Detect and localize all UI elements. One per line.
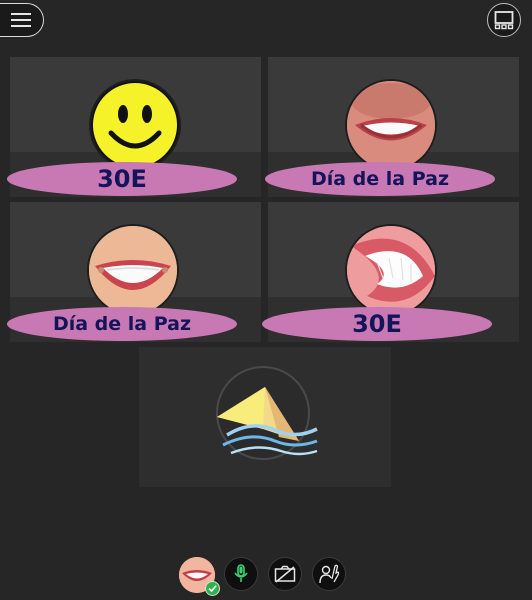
presenter-tile[interactable] <box>139 347 391 487</box>
participant-name: 30E <box>262 307 492 341</box>
participant-avatar <box>345 224 437 316</box>
camera-button[interactable] <box>268 557 302 591</box>
check-icon <box>208 585 217 593</box>
layout-button[interactable] <box>487 3 521 37</box>
participant-name: Día de la Paz <box>7 307 237 341</box>
participant-avatar <box>89 79 181 171</box>
raise-hand-button[interactable] <box>312 557 346 591</box>
hamburger-icon <box>10 13 31 27</box>
presenter-avatar <box>213 365 319 465</box>
microphone-icon <box>234 564 248 582</box>
participant-tile[interactable]: 30E <box>7 57 261 197</box>
participant-avatar <box>87 224 179 316</box>
participant-name: 30E <box>7 162 237 196</box>
participant-tile[interactable]: Día de la Paz <box>265 57 519 197</box>
participant-avatar <box>345 79 437 171</box>
participant-tile[interactable]: 30E <box>262 202 519 342</box>
status-badge <box>205 581 220 596</box>
mic-button[interactable] <box>224 557 258 591</box>
participant-name: Día de la Paz <box>265 162 495 196</box>
camera-off-icon <box>274 565 296 583</box>
menu-button[interactable] <box>0 3 44 37</box>
layout-icon <box>494 11 514 30</box>
raise-hand-icon <box>319 564 340 584</box>
participant-tile[interactable]: Día de la Paz <box>7 202 261 342</box>
